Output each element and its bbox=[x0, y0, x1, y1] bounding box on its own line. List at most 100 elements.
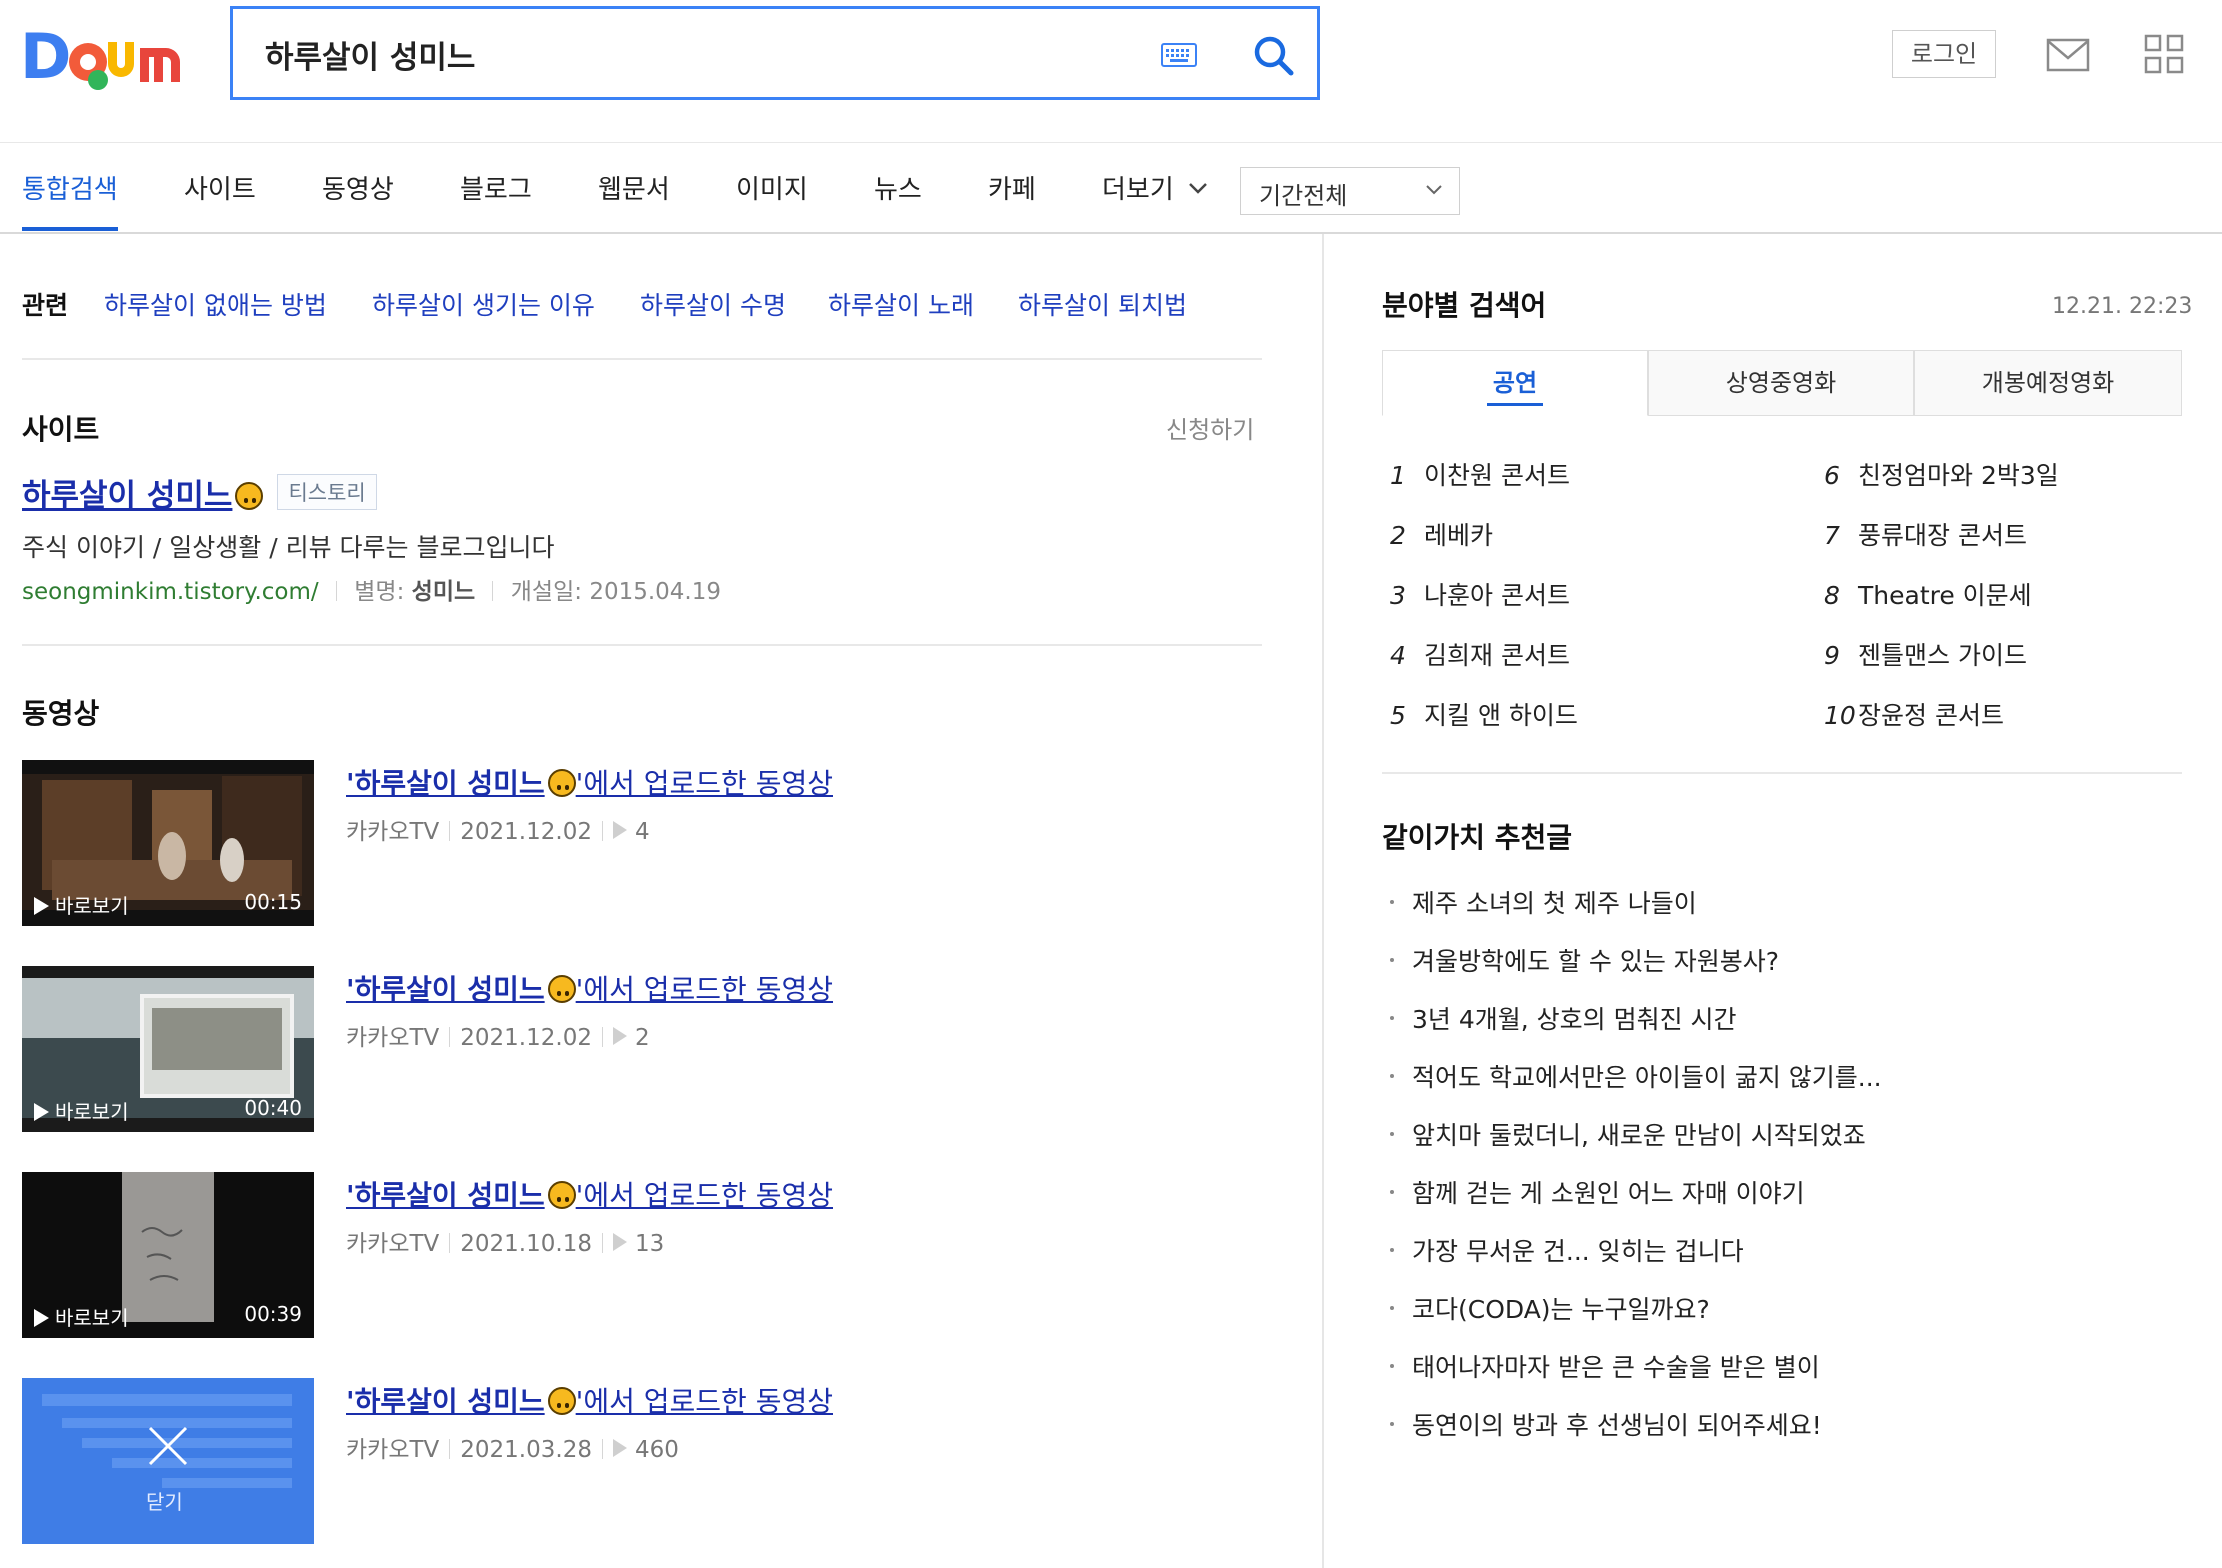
recommend-item[interactable]: 가장 무서운 건... 잊히는 겁니다 bbox=[1390, 1232, 1744, 1268]
related-link[interactable]: 하루살이 생기는 이유 bbox=[372, 286, 595, 322]
rank-item[interactable]: 2 레베카 bbox=[1390, 516, 1493, 552]
video-meta: 카카오TV 2021.12.02 4 bbox=[346, 812, 650, 846]
video-title-link[interactable]: '하루살이 성미느 '에서 업로드한 동영상 bbox=[346, 1174, 833, 1214]
video-title-link[interactable]: '하루살이 성미느 '에서 업로드한 동영상 bbox=[346, 968, 833, 1008]
tab-video[interactable]: 동영상 bbox=[322, 169, 394, 206]
recommend-item[interactable]: 동연이의 방과 후 선생님이 되어주세요! bbox=[1390, 1406, 1822, 1442]
search-input[interactable] bbox=[263, 31, 1067, 77]
tab-integrated[interactable]: 통합검색 bbox=[22, 169, 118, 206]
mail-icon[interactable] bbox=[2046, 38, 2090, 72]
active-tab-indicator bbox=[22, 227, 118, 231]
recommend-item[interactable]: 코다(CODA)는 누구일까요? bbox=[1390, 1290, 1710, 1326]
tab-image[interactable]: 이미지 bbox=[736, 169, 808, 206]
recommend-item[interactable]: 제주 소녀의 첫 제주 나들이 bbox=[1390, 884, 1697, 920]
rank-item[interactable]: 10장윤정 콘서트 bbox=[1824, 696, 2004, 732]
tab-blog[interactable]: 블로그 bbox=[460, 169, 532, 206]
close-icon[interactable] bbox=[146, 1424, 190, 1468]
video-title-bold: '하루살이 성미느 bbox=[346, 1179, 545, 1212]
chevron-down-icon[interactable] bbox=[1188, 181, 1208, 195]
divider bbox=[1382, 772, 2182, 774]
trending-title: 분야별 검색어 bbox=[1382, 289, 1547, 322]
divider bbox=[22, 644, 1262, 646]
rank-item[interactable]: 8 Theatre 이문세 bbox=[1824, 576, 2032, 612]
trending-tabs: 공연 상영중영화 개봉예정영화 bbox=[1382, 350, 2182, 416]
video-title-link[interactable]: '하루살이 성미느 '에서 업로드한 동영상 bbox=[346, 1380, 833, 1420]
rank-item[interactable]: 3 나훈아 콘서트 bbox=[1390, 576, 1570, 612]
tab-more[interactable]: 더보기 bbox=[1102, 169, 1174, 206]
keyboard-icon[interactable] bbox=[1161, 43, 1197, 67]
recommend-item[interactable]: 함께 걷는 게 소원인 어느 자매 이야기 bbox=[1390, 1174, 1805, 1210]
rank-item[interactable]: 1 이찬원 콘서트 bbox=[1390, 456, 1570, 492]
apps-grid-icon[interactable] bbox=[2144, 34, 2184, 74]
recommend-item[interactable]: 앞치마 둘렀더니, 새로운 만남이 시작되었죠 bbox=[1390, 1116, 1866, 1152]
period-select-value: 기간전체 bbox=[1259, 182, 1348, 210]
separator bbox=[601, 1439, 603, 1459]
rank-label: 젠틀맨스 가이드 bbox=[1858, 641, 2027, 670]
rank-item[interactable]: 5 지킬 앤 하이드 bbox=[1390, 696, 1578, 732]
rank-label: 이찬원 콘서트 bbox=[1424, 461, 1570, 490]
video-source: 카카오TV bbox=[346, 1437, 440, 1463]
trending-timestamp: 12.21. 22:23 bbox=[2052, 294, 2193, 319]
related-link[interactable]: 하루살이 퇴치법 bbox=[1018, 286, 1187, 322]
smiley-emoji-icon bbox=[547, 769, 576, 797]
alias-label: 별명: bbox=[354, 579, 405, 605]
video-plays: 4 bbox=[634, 819, 650, 845]
video-thumbnail[interactable]: 바로보기 00:39 bbox=[22, 1172, 314, 1338]
video-plays: 13 bbox=[634, 1231, 665, 1257]
period-select[interactable]: 기간전체 bbox=[1240, 167, 1460, 215]
rank-item[interactable]: 9 젠틀맨스 가이드 bbox=[1824, 636, 2027, 672]
tab-upcoming[interactable]: 개봉예정영화 bbox=[1914, 350, 2182, 416]
related-link[interactable]: 하루살이 노래 bbox=[828, 286, 974, 322]
divider bbox=[22, 358, 1262, 360]
site-title-link[interactable]: 하루살이 성미느 bbox=[22, 478, 232, 514]
rank-number: 10 bbox=[1824, 701, 1856, 730]
tab-label: 개봉예정영화 bbox=[1981, 369, 2115, 397]
recommend-item[interactable]: 태어나자마자 받은 큰 수술을 받은 별이 bbox=[1390, 1348, 1820, 1384]
svg-text:D: D bbox=[20, 24, 71, 93]
tab-news[interactable]: 뉴스 bbox=[874, 169, 922, 206]
video-title-rest: '에서 업로드한 동영상 bbox=[575, 1179, 833, 1212]
recommend-item[interactable]: 겨울방학에도 할 수 있는 자원봉사? bbox=[1390, 942, 1779, 978]
play-count-icon bbox=[612, 1233, 627, 1251]
separator bbox=[449, 1233, 451, 1253]
search-icon[interactable] bbox=[1249, 31, 1299, 81]
video-date: 2021.10.18 bbox=[460, 1231, 592, 1257]
alias-value: 성미느 bbox=[411, 579, 476, 605]
rank-item[interactable]: 7 풍류대장 콘서트 bbox=[1824, 516, 2027, 552]
play-label: 바로보기 bbox=[34, 890, 129, 919]
tab-site[interactable]: 사이트 bbox=[184, 169, 256, 206]
close-label: 닫기 bbox=[146, 1490, 183, 1514]
site-section-title: 사이트 bbox=[22, 413, 100, 446]
tab-performance[interactable]: 공연 bbox=[1382, 350, 1648, 416]
tab-webdoc[interactable]: 웹문서 bbox=[598, 169, 670, 206]
video-plays: 460 bbox=[634, 1437, 679, 1463]
separator bbox=[449, 1439, 451, 1459]
video-thumbnail[interactable]: 바로보기 00:40 bbox=[22, 966, 314, 1132]
video-meta: 카카오TV 2021.10.18 13 bbox=[346, 1224, 664, 1258]
tab-now-playing[interactable]: 상영중영화 bbox=[1648, 350, 1914, 416]
related-link[interactable]: 하루살이 수명 bbox=[640, 286, 786, 322]
video-thumbnail[interactable]: 닫기 bbox=[22, 1378, 314, 1544]
daum-logo[interactable]: D bbox=[20, 24, 192, 94]
site-url-link[interactable]: seongminkim.tistory.com/ bbox=[22, 579, 319, 605]
recommend-item[interactable]: 3년 4개월, 상호의 멈춰진 시간 bbox=[1390, 1000, 1737, 1036]
video-date: 2021.12.02 bbox=[460, 819, 592, 845]
login-button[interactable]: 로그인 bbox=[1892, 30, 1996, 78]
site-apply-link[interactable]: 신청하기 bbox=[1166, 410, 1254, 445]
video-thumbnail[interactable]: 바로보기 00:15 bbox=[22, 760, 314, 926]
recommend-item[interactable]: 적어도 학교에서만은 아이들이 굶지 않기를... bbox=[1390, 1058, 1882, 1094]
rank-item[interactable]: 6 친정엄마와 2박3일 bbox=[1824, 456, 2059, 492]
separator bbox=[335, 581, 337, 601]
separator bbox=[601, 821, 603, 841]
related-link[interactable]: 하루살이 없애는 방법 bbox=[104, 286, 327, 322]
video-source: 카카오TV bbox=[346, 1025, 440, 1051]
smiley-emoji-icon bbox=[547, 975, 576, 1003]
duration: 00:15 bbox=[244, 890, 302, 914]
tab-label: 상영중영화 bbox=[1725, 369, 1837, 397]
created-date: 2015.04.19 bbox=[589, 579, 722, 605]
tab-cafe[interactable]: 카페 bbox=[988, 169, 1036, 206]
video-item: 바로보기 00:39 '하루살이 성미느 '에서 업로드한 동영상 카카오TV 20… bbox=[22, 1172, 1262, 1342]
video-title-rest: '에서 업로드한 동영상 bbox=[575, 767, 833, 800]
rank-item[interactable]: 4 김희재 콘서트 bbox=[1390, 636, 1570, 672]
video-title-link[interactable]: '하루살이 성미느 '에서 업로드한 동영상 bbox=[346, 762, 833, 802]
